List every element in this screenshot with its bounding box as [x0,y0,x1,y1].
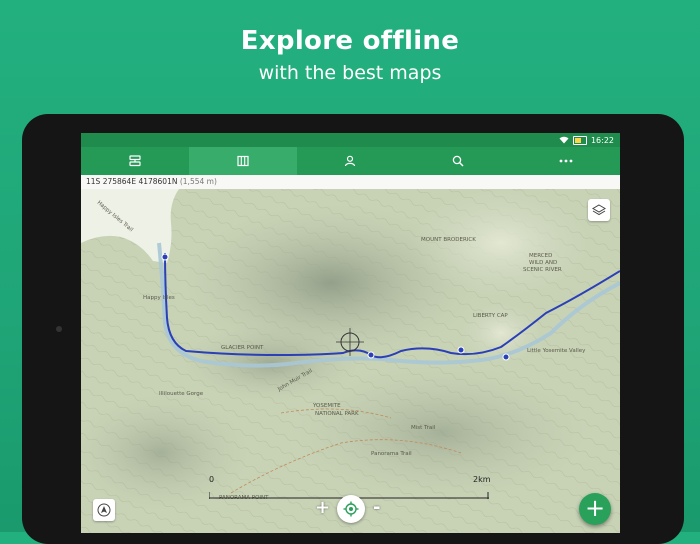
coordinate-position: 11S 275864E 4178601N [86,177,178,186]
label-scenic-river: SCENIC RIVER [523,267,562,273]
map-scale: 0 2km [208,475,491,499]
search-icon [453,155,464,167]
gps-target-icon [343,501,359,517]
locate-button[interactable] [337,495,365,523]
tab-more[interactable] [512,147,620,175]
pin-list-icon [129,155,141,167]
scale-end-label: 2km [473,475,491,484]
tab-profile[interactable] [297,147,405,175]
status-bar: 16:22 [81,133,620,147]
label-yosemite: YOSEMITE [312,403,341,409]
label-national-park: NATIONAL PARK [315,411,359,417]
camera-dot [56,326,62,332]
label-mount-broderick: MOUNT BRODERICK [421,237,476,243]
label-mist-trail: Mist Trail [411,425,436,431]
label-happy-isles: Happy Isles [143,295,175,301]
battery-icon [572,135,587,145]
layers-button[interactable] [588,199,610,221]
status-time: 16:22 [590,135,614,145]
label-merced: MERCED [529,253,552,259]
layers-icon [592,204,606,216]
tab-maps[interactable] [188,147,297,175]
map-icon [237,155,249,167]
scale-start-label: 0 [209,475,215,484]
tab-tracks[interactable] [81,147,189,175]
zoom-in-button[interactable]: + [315,497,330,518]
compass-button[interactable] [93,499,115,521]
add-button[interactable]: + [579,493,611,525]
coordinate-readout: 11S 275864E 4178601N (1,554 m) [81,175,620,189]
compass-icon [97,503,111,517]
app-screen: 16:22 11S 275864E 4178601N (1,554 m) Hap… [81,133,620,533]
topo-map[interactable]: Happy Isles Trail Happy Isles YOSEMITE N… [81,189,620,533]
label-glacier-point: GLACIER POINT [221,345,264,351]
label-wild-and: WILD AND [529,260,557,266]
promo-subtitle: with the best maps [258,62,442,84]
label-illilouette-gorge: Illilouette Gorge [159,391,204,397]
coordinate-altitude: (1,554 m) [179,177,217,186]
label-panorama-trail: Panorama Trail [371,451,412,457]
label-liberty-cap: LIBERTY CAP [473,313,508,319]
main-toolbar [81,147,620,175]
zoom-out-button[interactable]: - [373,497,380,518]
person-icon [345,155,356,167]
wifi-icon [559,136,569,144]
promo-title: Explore offline [240,26,460,56]
tab-search[interactable] [404,147,512,175]
label-little-yosemite-valley: Little Yosemite Valley [527,348,586,354]
more-dots-icon [559,159,573,163]
